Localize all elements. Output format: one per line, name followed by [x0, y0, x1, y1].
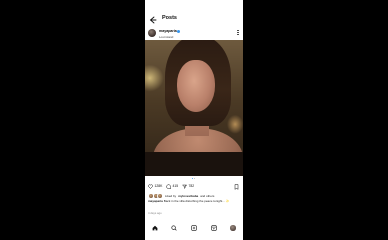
bottom-navigation: [145, 222, 243, 234]
liked-by-row[interactable]: Liked by mylovestbaba and others: [148, 192, 240, 199]
post-location[interactable]: Lost island: [159, 35, 173, 39]
photo-dress: [145, 152, 243, 176]
bookmark-icon[interactable]: [234, 183, 239, 190]
photo-face: [177, 60, 215, 112]
like-count: 128K: [154, 184, 163, 188]
post-header: mayaparia Lost island: [145, 28, 243, 40]
comment-icon: [166, 183, 171, 189]
home-icon[interactable]: [152, 225, 158, 231]
caption-text: Back in the villa disturbing the peace t…: [163, 199, 225, 203]
carousel-dot-active: [192, 178, 194, 180]
liked-by-suffix: and others: [200, 193, 215, 198]
carousel-dot: [194, 178, 196, 180]
heart-icon: [148, 184, 153, 189]
top-bar: Posts: [145, 13, 243, 27]
post-caption: mayaparia Back in the villa disturbing t…: [148, 199, 240, 203]
post-image[interactable]: [145, 40, 243, 176]
search-icon[interactable]: [171, 225, 178, 231]
comment-count: 415: [172, 184, 179, 188]
carousel-indicator: [192, 178, 196, 180]
liked-by-avatars: [148, 192, 163, 199]
share-count: 782: [188, 184, 195, 188]
caption-username[interactable]: mayaparia: [148, 199, 163, 203]
liked-by-user[interactable]: mylovestbaba: [178, 194, 198, 198]
caption-more[interactable]: ✨: [226, 199, 230, 203]
share-icon: [182, 184, 187, 189]
phone-screen: Posts mayaparia Lost island 128K 415 782…: [145, 0, 243, 240]
create-icon[interactable]: [191, 225, 197, 231]
page-title: Posts: [162, 15, 177, 21]
reels-icon[interactable]: [210, 225, 217, 231]
liked-by-prefix: Liked by: [165, 193, 177, 198]
share-button[interactable]: 782: [182, 184, 194, 189]
post-date: 4 days ago: [148, 211, 162, 215]
like-button[interactable]: 128K: [148, 184, 162, 189]
back-arrow-icon[interactable]: [148, 13, 157, 27]
more-options-icon[interactable]: [237, 29, 239, 37]
profile-icon[interactable]: [230, 225, 236, 231]
post-username[interactable]: mayaparia: [159, 29, 177, 33]
comment-button[interactable]: 415: [166, 183, 179, 189]
avatar[interactable]: [148, 29, 156, 37]
verified-badge-icon: [177, 29, 180, 33]
post-actions: 128K 415 782: [145, 182, 243, 192]
